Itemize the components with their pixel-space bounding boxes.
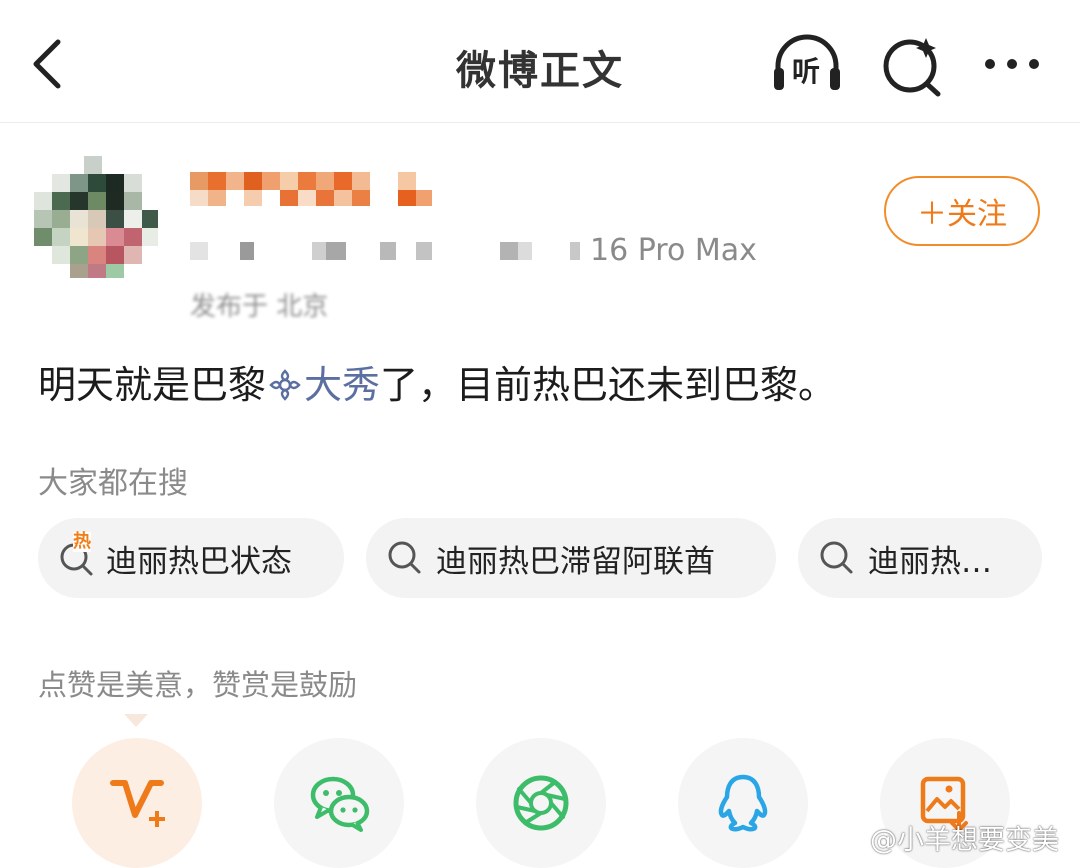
weibo-logo-icon xyxy=(832,826,867,852)
search-section-label: 大家都在搜 xyxy=(38,466,188,501)
follow-button[interactable]: ＋关注 xyxy=(884,176,1040,246)
search-chip[interactable]: 迪丽热… xyxy=(798,518,1042,598)
v-plus-icon xyxy=(110,780,165,827)
search-chip-label: 迪丽热… xyxy=(868,543,992,580)
topic-label: 大秀 xyxy=(304,363,381,407)
search-chip-label: 迪丽热巴状态 xyxy=(106,543,292,580)
hot-search-icon: 热 xyxy=(58,532,98,578)
post-text: 明天就是巴黎 大秀了，目前热巴还未到巴黎。 xyxy=(38,354,836,409)
avatar[interactable] xyxy=(34,156,158,278)
watermark-text: @小羊想要变美 xyxy=(870,825,1059,856)
moments-icon xyxy=(513,775,569,831)
search-icon xyxy=(388,541,421,574)
share-qq-button[interactable] xyxy=(678,738,808,868)
reward-hint: 点赞是美意，赞赏是鼓励 xyxy=(38,668,358,702)
listen-label: 听 xyxy=(792,55,821,88)
search-chip[interactable]: 热 迪丽热巴状态 xyxy=(38,518,344,598)
topic-link[interactable]: 大秀 xyxy=(266,363,380,407)
username-mosaic[interactable] xyxy=(190,172,440,208)
search-icon[interactable] xyxy=(880,30,954,100)
post-text-end: 了，目前热巴还未到巴黎。 xyxy=(380,363,837,407)
top-nav-bar: 微博正文 听 xyxy=(0,0,1080,123)
device-label: 16 Pro Max xyxy=(590,233,757,268)
device-mosaic xyxy=(190,242,580,260)
share-wechat-button[interactable] xyxy=(274,738,404,868)
tooltip-pointer xyxy=(124,714,148,727)
post-text-start: 明天就是巴黎 xyxy=(38,363,267,407)
qq-icon xyxy=(718,774,768,832)
search-chip[interactable]: 迪丽热巴滞留阿联酋 xyxy=(366,518,776,598)
listen-button[interactable]: 听 xyxy=(770,30,844,100)
topic-flower-icon xyxy=(269,369,301,401)
search-chip-label: 迪丽热巴滞留阿联酋 xyxy=(436,543,715,580)
search-icon xyxy=(820,541,853,574)
watermark: @小羊想要变美 xyxy=(832,818,1059,857)
more-icon[interactable] xyxy=(980,30,1054,100)
wechat-icon xyxy=(310,776,370,832)
share-moments-button[interactable] xyxy=(476,738,606,868)
reward-button[interactable] xyxy=(72,738,202,868)
ip-location: 发布于 北京 xyxy=(190,292,329,322)
hot-badge: 热 xyxy=(73,531,91,552)
